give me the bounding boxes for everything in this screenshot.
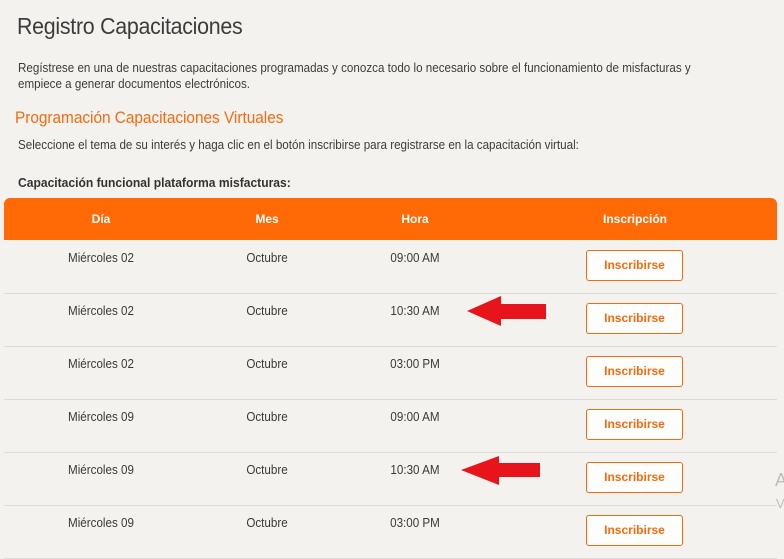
inscribirse-button[interactable]: Inscribirse: [586, 356, 683, 387]
time-cell: 09:00 AM: [390, 410, 440, 424]
inscribirse-button[interactable]: Inscribirse: [586, 250, 683, 281]
header-dia: Día: [91, 212, 111, 226]
table-row: Miércoles 02 Octubre 10:30 AM Inscribirs…: [4, 293, 777, 347]
table-header: Día Mes Hora Inscripción: [4, 198, 777, 240]
table-row: Miércoles 09 Octubre 10:30 AM Inscribirs…: [4, 452, 777, 506]
day-cell: Miércoles 02: [68, 357, 134, 371]
table-row: Miércoles 02 Octubre 03:00 PM Inscribirs…: [4, 346, 777, 400]
header-mes: Mes: [255, 212, 279, 226]
arrow-left-icon: [461, 456, 540, 485]
time-cell: 09:00 AM: [390, 251, 440, 265]
month-cell: Octubre: [246, 410, 288, 424]
inscribirse-button[interactable]: Inscribirse: [586, 515, 683, 546]
day-cell: Miércoles 09: [68, 516, 134, 530]
day-cell: Miércoles 09: [68, 410, 134, 424]
intro-text: Regístrese en una de nuestras capacitaci…: [18, 61, 691, 91]
time-cell: 03:00 PM: [390, 357, 440, 371]
inscribirse-button[interactable]: Inscribirse: [586, 409, 683, 440]
watermark-text: V: [776, 496, 784, 511]
day-cell: Miércoles 02: [68, 251, 134, 265]
month-cell: Octubre: [246, 357, 288, 371]
inscribirse-button[interactable]: Inscribirse: [586, 303, 683, 334]
page-title: Registro Capacitaciones: [17, 13, 243, 39]
inscribirse-button[interactable]: Inscribirse: [586, 462, 683, 493]
month-cell: Octubre: [246, 304, 288, 318]
month-cell: Octubre: [246, 463, 288, 477]
header-hora: Hora: [401, 212, 429, 226]
day-cell: Miércoles 02: [68, 304, 134, 318]
time-cell: 03:00 PM: [390, 516, 440, 530]
month-cell: Octubre: [246, 251, 288, 265]
table-row: Miércoles 09 Octubre 09:00 AM Inscribirs…: [4, 399, 777, 453]
month-cell: Octubre: [246, 516, 288, 530]
table-row: Miércoles 02 Octubre 09:00 AM Inscribirs…: [4, 240, 777, 294]
section-title: Programación Capacitaciones Virtuales: [15, 109, 284, 127]
watermark-text: A: [775, 470, 784, 490]
header-inscripcion: Inscripción: [602, 212, 667, 226]
table-caption: Capacitación funcional plataforma misfac…: [18, 175, 291, 190]
day-cell: Miércoles 09: [68, 463, 134, 477]
arrow-left-icon: [467, 296, 546, 326]
table-row: Miércoles 09 Octubre 03:00 PM Inscribirs…: [4, 505, 777, 559]
instructions-text: Seleccione el tema de su interés y haga …: [18, 138, 579, 152]
